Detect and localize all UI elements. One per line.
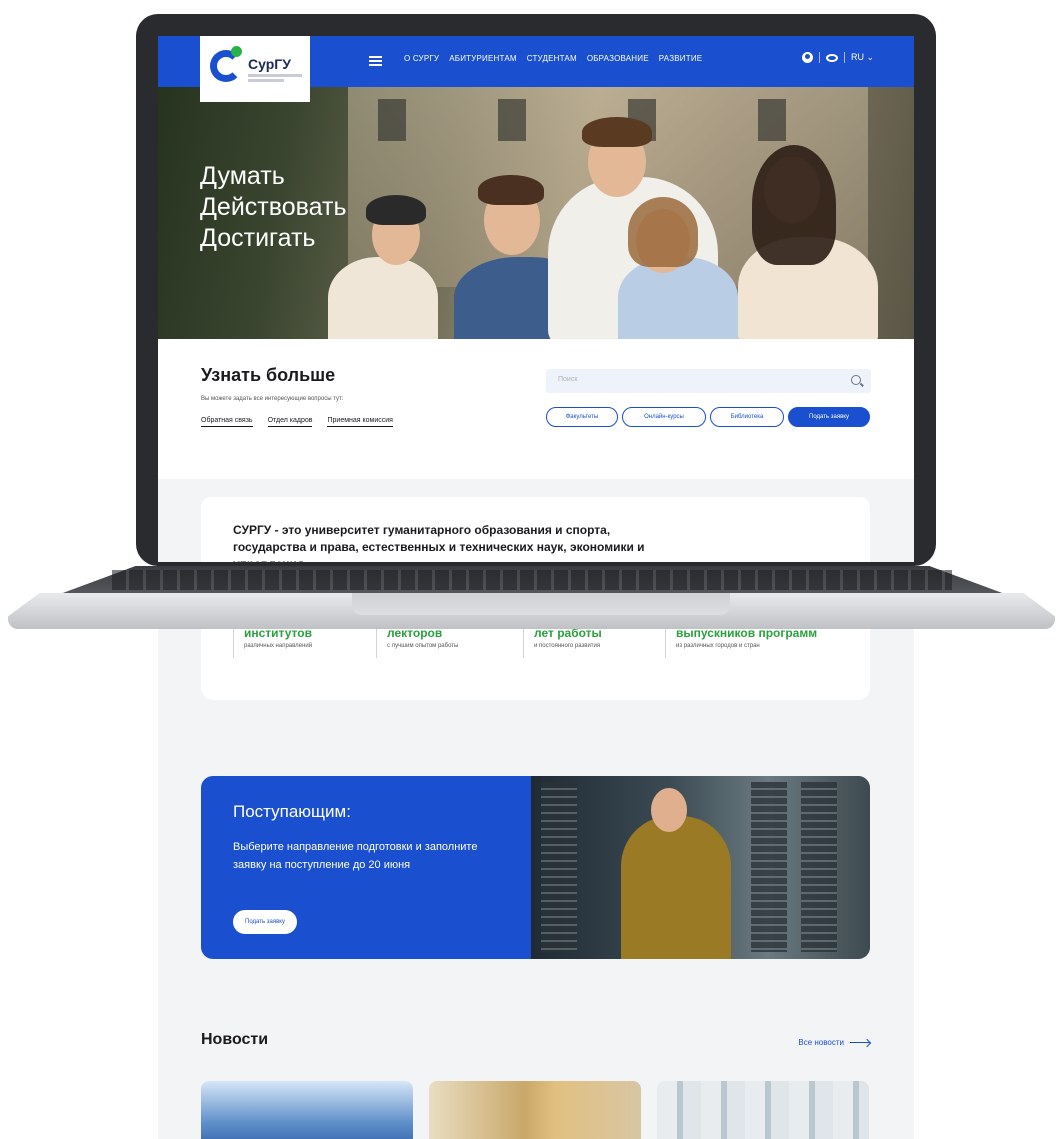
- contact-links: Обратная связь Отдел кадров Приемная ком…: [201, 417, 393, 427]
- server-room-photo: [531, 776, 870, 959]
- about-text: СУРГУ - это университет гуманитарного об…: [233, 523, 645, 562]
- hero-line: Достигать: [200, 224, 316, 252]
- link-feedback[interactable]: Обратная связь: [201, 417, 253, 427]
- news-card[interactable]: [429, 1081, 641, 1139]
- learn-more-title: Узнать больше: [201, 365, 336, 385]
- arrow-right-icon: [850, 1042, 870, 1043]
- promo-title: Поступающим:: [233, 802, 351, 821]
- about-section: СУРГУ - это университет гуманитарного об…: [158, 479, 914, 562]
- hero-line: Действовать: [200, 193, 347, 221]
- main-menu: О СУРГУ АБИТУРИЕНТАМ СТУДЕНТАМ ОБРАЗОВАН…: [404, 54, 702, 63]
- eye-icon[interactable]: [825, 53, 838, 62]
- quick-links: Факультеты Онлайн-курсы Библиотека Подат…: [546, 407, 870, 427]
- stat-subtitle: и постоянного развития: [534, 643, 601, 649]
- news-card[interactable]: [201, 1081, 413, 1139]
- stat-subtitle: с лучшим опытом работы: [387, 643, 459, 649]
- site-logo[interactable]: СурГУ: [200, 36, 310, 102]
- stat-years: лет работы и постоянного развития: [523, 626, 602, 658]
- menu-item-development[interactable]: РАЗВИТИЕ: [659, 54, 703, 63]
- menu-item-applicants[interactable]: АБИТУРИЕНТАМ: [449, 54, 517, 63]
- promo-text: Выберите направление подготовки и заполн…: [233, 841, 478, 871]
- stat-subtitle: из различных городов и стран: [676, 643, 760, 649]
- hero-slogan: Думать Действовать Достигать: [200, 161, 346, 254]
- all-news-label: Все новости: [798, 1038, 844, 1047]
- link-hr[interactable]: Отдел кадров: [267, 417, 313, 427]
- page-continuation: институтов различных направлений лекторо…: [158, 560, 914, 1139]
- language-select[interactable]: RU ⌄: [851, 52, 874, 63]
- news-card[interactable]: [657, 1081, 869, 1139]
- pill-faculties[interactable]: Факультеты: [546, 407, 618, 427]
- keyboard-keys: [112, 570, 952, 590]
- about-card: СУРГУ - это университет гуманитарного об…: [201, 497, 870, 562]
- admission-promo: Поступающим: Выберите направление подгот…: [201, 776, 870, 959]
- user-icon[interactable]: [801, 52, 813, 63]
- hero-line: Думать: [200, 162, 285, 190]
- news-heading: Новости: [201, 1031, 269, 1048]
- learn-more-section: Узнать больше Вы можете задать все интер…: [158, 339, 914, 479]
- menu-burger-icon[interactable]: [369, 56, 382, 66]
- stat-graduates: выпускников программ из различных городо…: [665, 626, 817, 658]
- promo-apply-button[interactable]: Подать заявку: [233, 910, 297, 934]
- search-placeholder: Поиск: [558, 376, 578, 383]
- header-tools: RU ⌄: [801, 52, 874, 63]
- link-admissions[interactable]: Приемная комиссия: [327, 417, 393, 427]
- divider: [843, 52, 845, 63]
- search-icon[interactable]: [851, 375, 861, 385]
- pill-online-courses[interactable]: Онлайн-курсы: [622, 407, 706, 427]
- search-input[interactable]: Поиск: [546, 369, 871, 393]
- stat-lecturers: лекторов с лучшим опытом работы: [376, 626, 458, 658]
- menu-item-education[interactable]: ОБРАЗОВАНИЕ: [587, 54, 649, 63]
- apply-button[interactable]: Подать заявку: [788, 407, 870, 427]
- learn-more-subtitle: Вы можете задать все интересующие вопрос…: [201, 396, 344, 402]
- laptop-notch: [352, 593, 730, 615]
- hero-banner: Думать Действовать Достигать: [158, 87, 914, 339]
- menu-item-students[interactable]: СТУДЕНТАМ: [527, 54, 577, 63]
- stat-institutes: институтов различных направлений: [233, 626, 312, 658]
- stat-subtitle: различных направлений: [244, 643, 313, 649]
- all-news-link[interactable]: Все новости: [798, 1038, 870, 1047]
- pill-library[interactable]: Библиотека: [710, 407, 784, 427]
- laptop-mockup: институтов различных направлений лекторо…: [0, 0, 1063, 1139]
- menu-item-about[interactable]: О СУРГУ: [404, 54, 439, 63]
- divider: [818, 52, 820, 63]
- laptop-screen: О СУРГУ АБИТУРИЕНТАМ СТУДЕНТАМ ОБРАЗОВАН…: [158, 36, 914, 562]
- logo-text: СурГУ: [248, 56, 291, 72]
